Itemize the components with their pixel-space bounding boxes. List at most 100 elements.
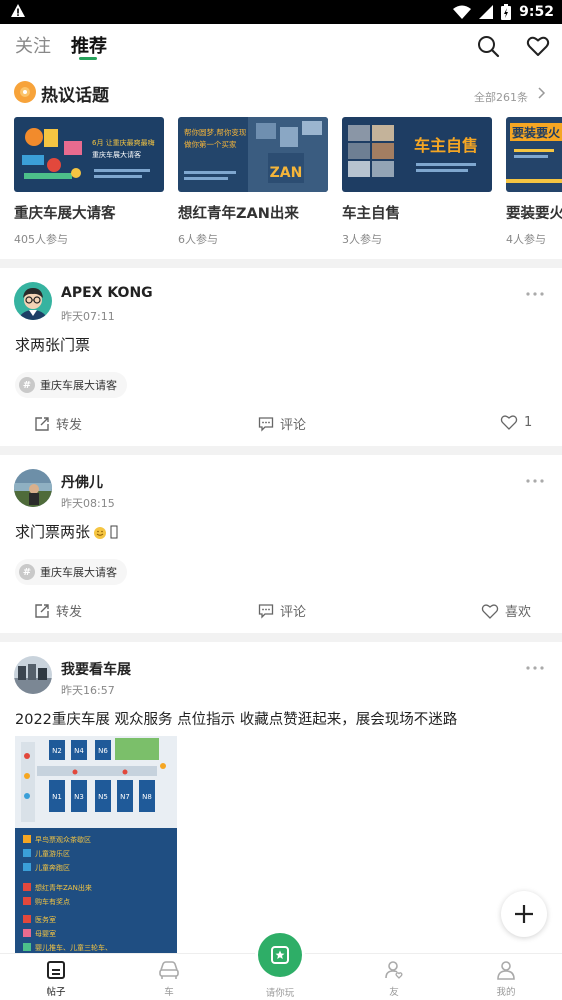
top-bar: 关注 推荐 xyxy=(0,24,562,70)
unknown-glyph-icon xyxy=(110,525,118,538)
comment-button[interactable]: 评论 xyxy=(258,601,306,620)
nav-profile[interactable]: 我的 xyxy=(476,960,536,998)
svg-text:6月 让重庆最爽最嗨: 6月 让重庆最爽最嗨 xyxy=(92,138,155,147)
map-hall-label: N1 xyxy=(52,793,62,801)
nav-car[interactable]: 车 xyxy=(139,960,199,998)
create-post-button[interactable] xyxy=(501,891,547,937)
svg-text:帮你圆梦,帮你变现: 帮你圆梦,帮你变现 xyxy=(184,127,247,137)
tab-active-indicator xyxy=(79,57,97,60)
map-legend-item: 儿童奔跑区 xyxy=(35,863,70,872)
topic-card[interactable]: 要装要火 要装要火 4人参与 xyxy=(506,117,562,247)
chevron-right-icon[interactable] xyxy=(536,87,546,99)
topic-banner: ZAN 帮你圆梦,帮你变现 做你第一个买家 xyxy=(178,117,328,192)
topic-name: 想红青年ZAN出来 xyxy=(178,206,299,222)
topic-participants: 3人参与 xyxy=(342,233,382,246)
avatar[interactable] xyxy=(14,469,52,507)
avatar[interactable] xyxy=(14,282,52,320)
post-topic-tag-label: 重庆车展大请客 xyxy=(40,566,117,579)
hot-topics-icon xyxy=(14,81,36,103)
post-text-row: 求门票两张 xyxy=(15,521,118,542)
nav-car-label: 车 xyxy=(164,987,174,998)
topic-participants: 6人参与 xyxy=(178,233,218,246)
svg-text:做你第一个买家: 做你第一个买家 xyxy=(184,139,237,149)
status-time: 9:52 xyxy=(519,4,554,20)
hot-topics-all-link[interactable]: 全部261条 xyxy=(474,89,528,105)
topic-banner: 要装要火 xyxy=(506,117,562,192)
section-divider xyxy=(0,446,562,455)
map-legend-item: 婴儿推车、儿童三轮车、 xyxy=(35,943,112,952)
hot-topics-header: 热议话题 全部261条 xyxy=(0,80,562,106)
post-card[interactable]: 丹佛儿 昨天08:15 求门票两张 # 重庆车展大请客 转发 评论 喜欢 xyxy=(0,455,562,635)
post-author[interactable]: 丹佛儿 xyxy=(61,472,103,492)
nav-friends[interactable]: 友 xyxy=(364,960,424,998)
signal-icon xyxy=(479,5,494,19)
nav-posts-label: 帖子 xyxy=(46,987,66,998)
share-button[interactable]: 转发 xyxy=(34,601,82,620)
like-button[interactable]: 1 xyxy=(500,414,532,430)
share-button[interactable]: 转发 xyxy=(34,414,82,433)
post-text: 2022重庆车展 观众服务 点位指示 收藏点赞逛起来，展会现场不迷路 xyxy=(15,712,458,728)
nav-friends-label: 友 xyxy=(389,987,399,998)
post-card[interactable]: 我要看车展 昨天16:57 2022重庆车展 观众服务 点位指示 收藏点赞逛起来… xyxy=(0,642,562,953)
like-label: 喜欢 xyxy=(505,605,532,620)
section-divider xyxy=(0,259,562,268)
comment-label: 评论 xyxy=(280,418,307,433)
share-icon xyxy=(35,416,49,431)
map-hall-label: N6 xyxy=(98,747,108,755)
map-legend-item: 母婴室 xyxy=(35,929,56,938)
warning-icon xyxy=(11,4,25,17)
nav-profile-label: 我的 xyxy=(496,987,516,998)
hot-topics-title: 热议话题 xyxy=(41,86,109,106)
topic-card[interactable]: 车主自售 车主自售 3人参与 xyxy=(342,117,492,247)
play-icon xyxy=(271,946,289,964)
post-time: 昨天08:15 xyxy=(61,497,115,510)
topic-banner: 6月 让重庆最爽最嗨 重庆车展大请客 xyxy=(14,117,164,192)
post-topic-tag[interactable]: # 重庆车展大请客 xyxy=(15,559,127,585)
topic-card[interactable]: 6月 让重庆最爽最嗨 重庆车展大请客 重庆车展大请客 405人参与 xyxy=(14,117,164,247)
friends-icon xyxy=(385,961,403,979)
heart-icon[interactable] xyxy=(526,34,550,58)
tab-recommend[interactable]: 推荐 xyxy=(71,32,107,58)
map-legend-item: 儿童游乐区 xyxy=(35,849,70,858)
like-count: 1 xyxy=(524,414,533,430)
topic-participants: 4人参与 xyxy=(506,233,546,246)
hash-icon: # xyxy=(19,377,35,393)
topic-name: 车主自售 xyxy=(342,206,400,222)
map-hall-label: N3 xyxy=(74,793,84,801)
battery-icon xyxy=(501,4,512,20)
heart-outline-icon xyxy=(500,415,518,430)
more-options-icon[interactable] xyxy=(526,666,544,670)
topic-name: 重庆车展大请客 xyxy=(14,206,116,222)
post-topic-tag-label: 重庆车展大请客 xyxy=(40,379,117,392)
tab-follow[interactable]: 关注 xyxy=(15,32,51,58)
avatar[interactable] xyxy=(14,656,52,694)
more-options-icon[interactable] xyxy=(526,479,544,483)
post-author[interactable]: 我要看车展 xyxy=(61,659,131,679)
plus-icon xyxy=(515,905,533,923)
wifi-icon xyxy=(453,5,472,19)
svg-text:要装要火: 要装要火 xyxy=(512,125,561,140)
nav-play-button[interactable] xyxy=(258,933,302,977)
map-hall-label: N5 xyxy=(98,793,108,801)
topic-card[interactable]: ZAN 帮你圆梦,帮你变现 做你第一个买家 想红青年ZAN出来 6人参与 xyxy=(178,117,328,247)
section-divider xyxy=(0,633,562,642)
car-icon xyxy=(159,961,179,979)
search-icon[interactable] xyxy=(476,34,500,58)
like-button[interactable]: 喜欢 xyxy=(481,601,531,620)
comment-button[interactable]: 评论 xyxy=(258,414,306,433)
venue-map-image[interactable]: N2 N4 N6 N1 N3 N5 N7 N8 早鸟票观众茶歇区 儿童游乐区 儿… xyxy=(15,736,177,953)
comment-label: 评论 xyxy=(280,605,307,620)
nav-posts[interactable]: 帖子 xyxy=(26,960,86,998)
map-hall-label: N2 xyxy=(52,747,62,755)
post-card[interactable]: APEX KONG 昨天07:11 求两张门票 # 重庆车展大请客 转发 评论 … xyxy=(0,268,562,446)
svg-text:重庆车展大请客: 重庆车展大请客 xyxy=(92,150,141,159)
hash-icon: # xyxy=(19,564,35,580)
share-icon xyxy=(35,603,49,618)
post-topic-tag[interactable]: # 重庆车展大请客 xyxy=(15,372,127,398)
map-hall-label: N7 xyxy=(120,793,130,801)
post-author[interactable]: APEX KONG xyxy=(61,285,153,301)
topic-banner: 车主自售 xyxy=(342,117,492,192)
more-options-icon[interactable] xyxy=(526,292,544,296)
comment-icon xyxy=(258,603,274,619)
post-time: 昨天07:11 xyxy=(61,310,115,323)
